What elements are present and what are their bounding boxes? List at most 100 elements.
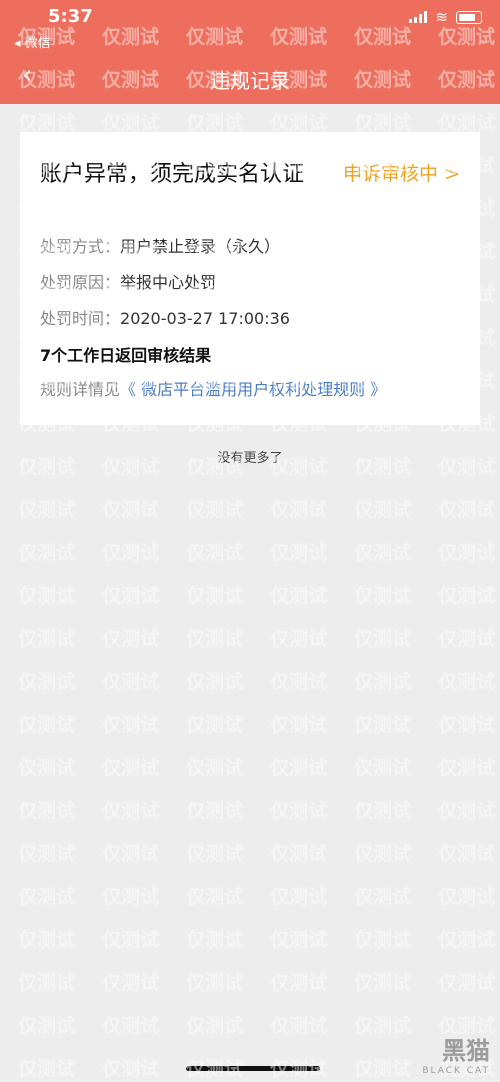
watermark-text: 仅测试 <box>18 542 76 564</box>
watermark-text: 仅测试 <box>186 757 244 779</box>
watermark-text: 仅测试 <box>354 1015 412 1037</box>
watermark-text: 仅测试 <box>354 843 412 865</box>
battery-icon <box>456 10 482 24</box>
page-title: 违规记录 <box>210 69 290 93</box>
watermark-text: 仅测试 <box>270 112 328 134</box>
watermark-text: 仅测试 <box>186 843 244 865</box>
watermark-text: 仅测试 <box>270 714 328 736</box>
watermark-text: 仅测试 <box>438 112 496 134</box>
penalty-time-label: 处罚时间： <box>40 309 121 328</box>
watermark-text: 仅测试 <box>354 886 412 908</box>
status-time: 5:37 <box>48 6 93 27</box>
watermark-text: 仅测试 <box>186 112 244 134</box>
watermark-text: 仅测试 <box>186 714 244 736</box>
black-cat-logo: 黑猫 BLACK CAT <box>422 1031 490 1076</box>
watermark-text: 仅测试 <box>18 671 76 693</box>
watermark-text: 仅测试 <box>438 585 496 607</box>
watermark-text: 仅测试 <box>18 585 76 607</box>
watermark-text: 仅测试 <box>102 757 160 779</box>
penalty-time-row: 处罚时间：2020-03-27 17:00:36 <box>40 305 290 329</box>
watermark-text: 仅测试 <box>354 1058 412 1080</box>
watermark-text: 仅测试 <box>438 972 496 994</box>
penalty-time-value: 2020-03-27 17:00:36 <box>120 309 290 328</box>
watermark-text: 仅测试 <box>102 929 160 951</box>
watermark-text: 仅测试 <box>438 628 496 650</box>
no-more-text: 没有更多了 <box>217 451 283 466</box>
watermark-text: 仅测试 <box>438 542 496 564</box>
watermark-text: 仅测试 <box>18 800 76 822</box>
watermark-text: 仅测试 <box>270 628 328 650</box>
back-to-app-link[interactable]: ◂ 微信 <box>14 32 51 51</box>
logo-subtitle: BLACK CAT <box>422 1066 490 1076</box>
watermark-text: 仅测试 <box>186 972 244 994</box>
penalty-method-row: 处罚方式：用户禁止登录（永久） <box>40 233 280 257</box>
watermark-text: 仅测试 <box>102 843 160 865</box>
watermark-text: 仅测试 <box>354 972 412 994</box>
watermark-text: 仅测试 <box>354 628 412 650</box>
watermark-text: 仅测试 <box>102 542 160 564</box>
watermark-text: 仅测试 <box>354 542 412 564</box>
watermark-text: 仅测试 <box>438 671 496 693</box>
watermark-text: 仅测试 <box>186 628 244 650</box>
watermark-text: 仅测试 <box>438 929 496 951</box>
watermark-text: 仅测试 <box>102 671 160 693</box>
watermark-text: 仅测试 <box>102 499 160 521</box>
rule-detail-line: 规则详情见《 微店平台滥用用户权利处理规则 》 <box>40 376 386 400</box>
watermark-text: 仅测试 <box>186 585 244 607</box>
watermark-text: 仅测试 <box>438 843 496 865</box>
watermark-text: 仅测试 <box>18 1058 76 1080</box>
watermark-text: 仅测试 <box>102 112 160 134</box>
watermark-text: 仅测试 <box>102 800 160 822</box>
watermark-text: 仅测试 <box>354 929 412 951</box>
watermark-text: 仅测试 <box>186 886 244 908</box>
watermark-text: 仅测试 <box>18 112 76 134</box>
watermark-text: 仅测试 <box>186 1015 244 1037</box>
watermark-text: 仅测试 <box>102 714 160 736</box>
watermark-text: 仅测试 <box>18 929 76 951</box>
watermark-text: 仅测试 <box>186 929 244 951</box>
rule-detail-prefix: 规则详情见 <box>40 380 121 399</box>
penalty-reason-value: 举报中心处罚 <box>120 273 217 292</box>
signal-icon <box>409 11 428 23</box>
watermark-text: 仅测试 <box>18 757 76 779</box>
penalty-reason-label: 处罚原因： <box>40 273 121 292</box>
watermark-text: 仅测试 <box>354 585 412 607</box>
watermark-text: 仅测试 <box>270 585 328 607</box>
status-icons: ≋ <box>409 8 482 26</box>
watermark-text: 仅测试 <box>354 714 412 736</box>
watermark-text: 仅测试 <box>18 1015 76 1037</box>
watermark-text: 仅测试 <box>270 972 328 994</box>
header-bar: 5:37 ◂ 微信 ≋ ‹ 违规记录 <box>0 0 500 104</box>
review-result-note: 7个工作日返回审核结果 <box>40 346 212 365</box>
penalty-reason-row: 处罚原因：举报中心处罚 <box>40 269 216 293</box>
watermark-text: 仅测试 <box>354 800 412 822</box>
watermark-text: 仅测试 <box>186 499 244 521</box>
watermark-text: 仅测试 <box>18 628 76 650</box>
watermark-text: 仅测试 <box>270 800 328 822</box>
watermark-text: 仅测试 <box>18 499 76 521</box>
watermark-text: 仅测试 <box>102 585 160 607</box>
watermark-text: 仅测试 <box>354 757 412 779</box>
watermark-text: 仅测试 <box>354 671 412 693</box>
rule-detail-link[interactable]: 《 微店平台滥用用户权利处理规则 》 <box>120 380 386 399</box>
logo-mark: 黑猫 <box>442 1037 490 1065</box>
watermark-text: 仅测试 <box>270 671 328 693</box>
home-indicator[interactable] <box>186 1066 320 1071</box>
watermark-text: 仅测试 <box>18 843 76 865</box>
watermark-text: 仅测试 <box>270 1015 328 1037</box>
watermark-text: 仅测试 <box>186 800 244 822</box>
watermark-text: 仅测试 <box>354 499 412 521</box>
watermark-text: 仅测试 <box>270 757 328 779</box>
watermark-text: 仅测试 <box>18 714 76 736</box>
appeal-status-link[interactable]: 申诉审核中 > <box>343 159 460 186</box>
wifi-icon: ≋ <box>435 8 448 26</box>
watermark-text: 仅测试 <box>102 972 160 994</box>
watermark-text: 仅测试 <box>270 542 328 564</box>
watermark-text: 仅测试 <box>18 886 76 908</box>
violation-record-card: 账户异常，须完成实名认证 申诉审核中 > 处罚方式：用户禁止登录（永久） 处罚原… <box>20 132 480 425</box>
watermark-text: 仅测试 <box>270 499 328 521</box>
watermark-text: 仅测试 <box>102 1058 160 1080</box>
penalty-method-value: 用户禁止登录（永久） <box>120 237 281 256</box>
watermark-text: 仅测试 <box>102 1015 160 1037</box>
watermark-text: 仅测试 <box>270 886 328 908</box>
